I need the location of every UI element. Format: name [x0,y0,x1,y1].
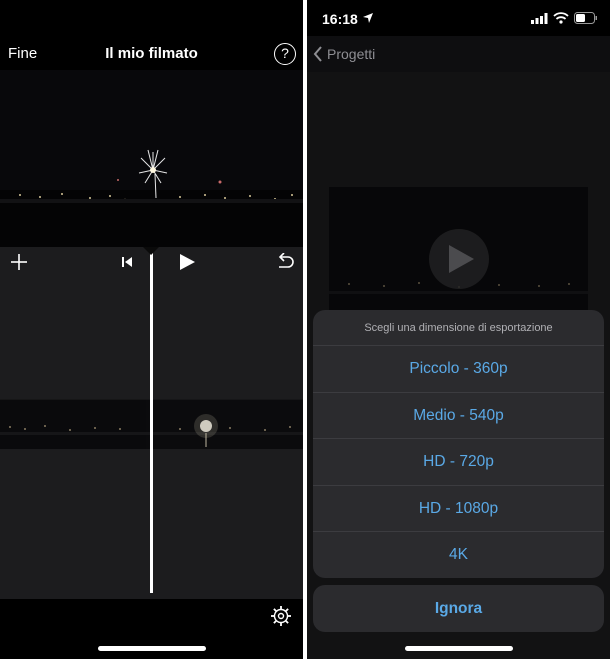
gear-icon [271,606,291,626]
back-button[interactable]: Progetti [313,45,375,63]
back-label: Progetti [327,46,376,62]
export-option-720p[interactable]: HD - 720p [313,439,604,486]
status-icons [531,10,598,26]
status-bar: 16:18 [307,0,610,36]
undo-icon [278,253,294,268]
playhead[interactable] [150,252,153,593]
export-option-540p[interactable]: Medio - 540p [313,393,604,439]
status-time: 16:18 [322,11,358,27]
fireworks-night-image [0,70,303,247]
video-preview[interactable] [0,70,303,247]
export-size-sheet: Scegli una dimensione di esportazione Pi… [313,310,604,578]
editor-screen: Fine Il mio filmato ? [0,0,303,659]
play-button[interactable] [176,247,198,277]
plus-icon [11,254,27,270]
cancel-button[interactable]: Ignora [313,585,604,632]
wifi-icon [553,12,569,24]
chevron-left-icon [313,46,322,62]
home-indicator [98,646,206,651]
playhead-marker [143,247,159,255]
export-option-4k[interactable]: 4K [313,532,604,578]
play-icon [180,254,195,270]
editor-top-bar: Fine Il mio filmato ? [0,0,303,70]
export-option-1080p[interactable]: HD - 1080p [313,486,604,532]
project-title: Il mio filmato [105,45,198,62]
location-arrow-icon [363,13,373,23]
navigation-bar: Progetti [307,36,610,72]
battery-icon [574,12,597,24]
settings-button[interactable] [270,605,292,627]
add-media-button[interactable] [8,247,30,277]
help-button[interactable]: ? [274,43,296,65]
question-circle-icon: ? [281,45,289,61]
cellular-signal-icon [531,12,548,24]
export-screen: 16:18 Progetti Scegli una dimensione di … [307,0,610,659]
home-indicator [405,646,513,651]
undo-button[interactable] [274,247,296,277]
sheet-title: Scegli una dimensione di esportazione [313,310,604,346]
skip-to-start-button[interactable] [117,247,137,277]
skip-back-icon [122,257,132,267]
export-option-360p[interactable]: Piccolo - 360p [313,346,604,393]
